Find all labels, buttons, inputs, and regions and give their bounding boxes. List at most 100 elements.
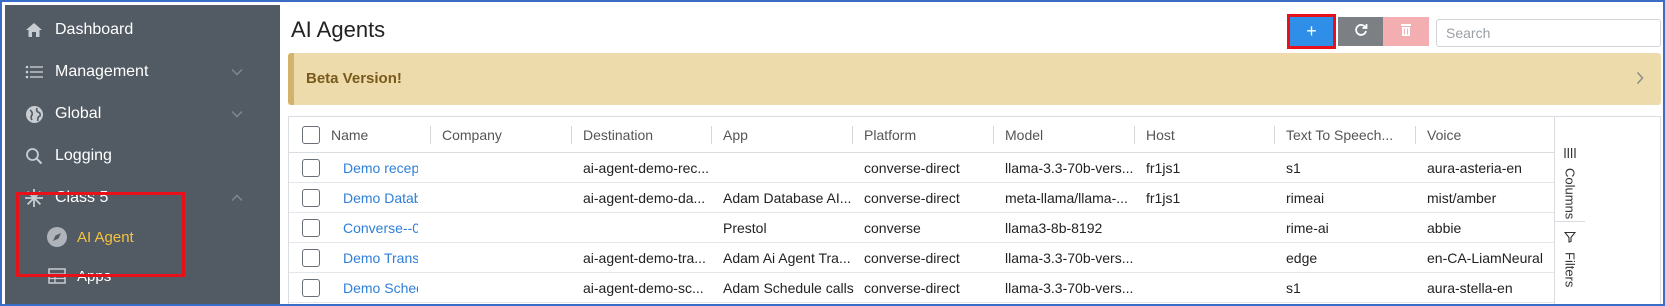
add-button[interactable]: + — [1287, 14, 1336, 49]
column-header-voice[interactable]: Voice — [1415, 117, 1461, 153]
column-header-label: Text To Speech... — [1286, 127, 1394, 143]
row-checkbox[interactable] — [302, 219, 320, 237]
column-header-app[interactable]: App — [711, 117, 748, 153]
table-row[interactable]: Demo Sched ai-agent-demo-sc... Adam Sche… — [289, 273, 1554, 303]
voice-cell: aura-asteria-en — [1427, 160, 1522, 176]
sidebar-item-label: Management — [55, 63, 149, 80]
column-header-name[interactable]: Name — [331, 117, 368, 153]
agent-name-link[interactable]: Demo Sched — [343, 273, 418, 303]
tts-cell: rime-ai — [1286, 220, 1329, 236]
column-header-label: Model — [1005, 127, 1044, 143]
columns-tool-button[interactable]: Columns — [1555, 147, 1585, 219]
tts-cell: s1 — [1286, 280, 1301, 296]
row-checkbox[interactable] — [302, 249, 320, 267]
filters-tool-label: Filters — [1562, 252, 1578, 288]
app-frame: Dashboard Management Global Logging Clas… — [0, 0, 1665, 306]
model-cell: llama-3.3-70b-vers... — [1005, 280, 1134, 296]
agents-table: Name Company Destination App Platform Mo… — [288, 116, 1661, 304]
company-cell — [442, 183, 572, 213]
tts-cell: edge — [1286, 250, 1318, 266]
beta-banner[interactable]: Beta Version! — [288, 53, 1661, 105]
app-cell — [723, 153, 855, 183]
home-icon — [23, 19, 45, 41]
sidebar-item-management[interactable]: Management — [5, 52, 280, 92]
trash-icon — [1400, 21, 1412, 42]
host-cell — [1146, 273, 1276, 303]
globe-icon — [23, 103, 45, 125]
main-content: AI Agents + Beta Version! Name Company — [280, 5, 1663, 304]
row-checkbox[interactable] — [302, 189, 320, 207]
column-header-destination[interactable]: Destination — [571, 117, 654, 153]
column-header-platform[interactable]: Platform — [852, 117, 917, 153]
column-header-label: Host — [1146, 127, 1175, 143]
table-row[interactable]: Converse--01 Prestol converse llama3-8b-… — [289, 213, 1554, 243]
row-checkbox[interactable] — [302, 159, 320, 177]
sidebar-item-label: Logging — [55, 147, 112, 164]
sidebar-item-dashboard[interactable]: Dashboard — [5, 10, 280, 50]
table-row[interactable]: Demo Databa ai-agent-demo-da... Adam Dat… — [289, 183, 1554, 213]
host-cell — [1146, 243, 1276, 273]
platform-cell: converse-direct — [864, 280, 960, 296]
destination-cell: ai-agent-demo-sc... — [583, 280, 704, 296]
column-header-label: Destination — [583, 127, 654, 143]
voice-cell: abbie — [1427, 220, 1462, 236]
column-header-label: App — [723, 127, 748, 143]
model-cell: meta-llama/llama-... — [1005, 190, 1128, 206]
column-header-label: Company — [442, 127, 502, 143]
company-cell — [442, 213, 572, 243]
platform-cell: converse-direct — [864, 160, 960, 176]
app-cell: Adam Ai Agent Tra... — [723, 250, 851, 266]
destination-cell — [583, 213, 713, 243]
page-title: AI Agents — [291, 17, 386, 42]
destination-cell: ai-agent-demo-rec... — [583, 160, 710, 176]
app-cell: Prestol — [723, 220, 767, 236]
chevron-down-icon — [230, 107, 244, 121]
search-input[interactable] — [1436, 19, 1661, 47]
destination-cell: ai-agent-demo-tra... — [583, 250, 706, 266]
destination-cell: ai-agent-demo-da... — [583, 190, 706, 206]
chevron-right-icon — [1633, 69, 1647, 87]
table-row[interactable]: Demo recepti ai-agent-demo-rec... conver… — [289, 153, 1554, 183]
tool-panel: Columns Filters — [1554, 117, 1660, 304]
agent-name-link[interactable]: Demo recepti — [343, 153, 418, 183]
agent-name-link[interactable]: Converse--01 — [343, 213, 418, 243]
columns-tool-label: Columns — [1562, 168, 1578, 220]
agent-name-link[interactable]: Demo Databa — [343, 183, 418, 213]
voice-cell: aura-stella-en — [1427, 280, 1513, 296]
platform-cell: converse — [864, 220, 921, 236]
chevron-up-icon — [230, 191, 244, 205]
sidebar-item-label: Global — [55, 105, 102, 122]
column-header-label: Name — [331, 127, 369, 143]
highlight-box — [16, 192, 185, 277]
delete-button[interactable] — [1383, 17, 1429, 46]
filter-icon — [1563, 231, 1577, 246]
company-cell — [442, 273, 572, 303]
column-header-text-to-speech[interactable]: Text To Speech... — [1274, 117, 1394, 153]
refresh-icon — [1354, 21, 1368, 42]
sidebar-item-logging[interactable]: Logging — [5, 136, 280, 176]
column-header-host[interactable]: Host — [1134, 117, 1175, 153]
model-cell: llama-3.3-70b-vers... — [1005, 250, 1134, 266]
sidebar-item-global[interactable]: Global — [5, 94, 280, 134]
column-header-label: Platform — [864, 127, 917, 143]
host-cell: fr1js1 — [1146, 190, 1181, 206]
host-cell: fr1js1 — [1146, 160, 1181, 176]
table-row[interactable]: Demo Transfe ai-agent-demo-tra... Adam A… — [289, 243, 1554, 273]
model-cell: llama-3.3-70b-vers... — [1005, 160, 1134, 176]
columns-icon — [1564, 147, 1576, 162]
platform-cell: converse-direct — [864, 190, 960, 206]
chevron-down-icon — [230, 65, 244, 79]
filters-tool-button[interactable]: Filters — [1555, 231, 1585, 287]
voice-cell: mist/amber — [1427, 190, 1497, 206]
refresh-button[interactable] — [1338, 17, 1383, 46]
column-header-model[interactable]: Model — [993, 117, 1044, 153]
column-header-company[interactable]: Company — [430, 117, 502, 153]
select-all-checkbox[interactable] — [302, 126, 320, 144]
banner-text: Beta Version! — [306, 70, 402, 87]
voice-cell: en-CA-LiamNeural — [1427, 250, 1543, 266]
tool-divider — [1555, 221, 1585, 222]
row-checkbox[interactable] — [302, 279, 320, 297]
company-cell — [442, 153, 572, 183]
list-icon — [23, 61, 45, 83]
agent-name-link[interactable]: Demo Transfe — [343, 243, 418, 273]
